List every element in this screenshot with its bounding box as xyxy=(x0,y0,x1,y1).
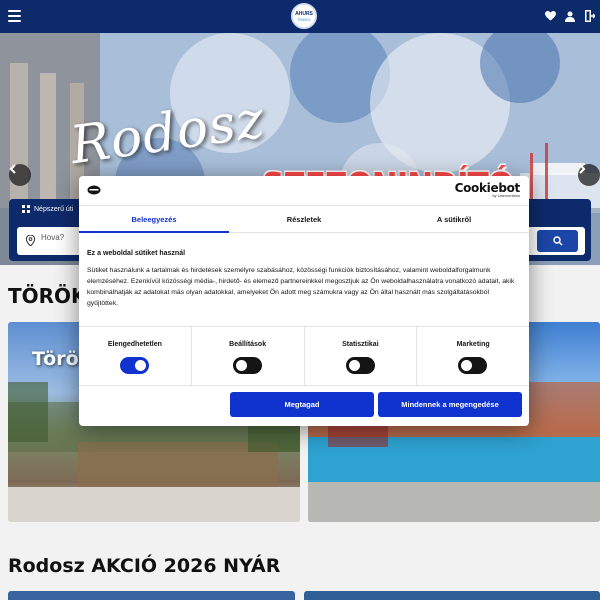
marketing-toggle[interactable] xyxy=(458,357,488,374)
category-label: Statisztikai xyxy=(342,341,379,348)
category-label: Elengedhetetlen xyxy=(107,341,162,348)
tab-details[interactable]: Részletek xyxy=(229,206,379,232)
cookie-icon xyxy=(87,185,101,195)
category-necessary: Elengedhetetlen xyxy=(79,327,192,385)
allow-all-button[interactable]: Mindennek a megengedése xyxy=(378,392,522,417)
dialog-heading: Ez a weboldal sütiket használ xyxy=(87,250,186,257)
category-preferences: Beállítások xyxy=(192,327,305,385)
necessary-toggle[interactable] xyxy=(120,357,149,374)
consent-tabs: Beleegyezés Részletek A sütikről xyxy=(79,205,529,233)
category-marketing: Marketing xyxy=(417,327,529,385)
dialog-body-text: Sütiket használunk a tartalmak és hirdet… xyxy=(87,267,515,307)
category-label: Marketing xyxy=(456,341,490,348)
cookiebot-logo[interactable]: Cookiebot by Usercentrics xyxy=(455,181,521,198)
tab-consent[interactable]: Beleegyezés xyxy=(79,206,229,233)
deny-button[interactable]: Megtagad xyxy=(230,392,374,417)
statistics-toggle[interactable] xyxy=(345,357,375,374)
cookie-consent-overlay: Cookiebot by Usercentrics Beleegyezés Ré… xyxy=(0,0,600,600)
category-label: Beállítások xyxy=(229,341,267,348)
consent-categories: Elengedhetetlen Beállítások Statisztikai… xyxy=(79,326,529,386)
preferences-toggle[interactable] xyxy=(232,357,262,374)
tab-about-cookies[interactable]: A sütikről xyxy=(379,206,529,232)
cookie-consent-dialog: Cookiebot by Usercentrics Beleegyezés Ré… xyxy=(79,176,529,426)
category-statistics: Statisztikai xyxy=(305,327,418,385)
